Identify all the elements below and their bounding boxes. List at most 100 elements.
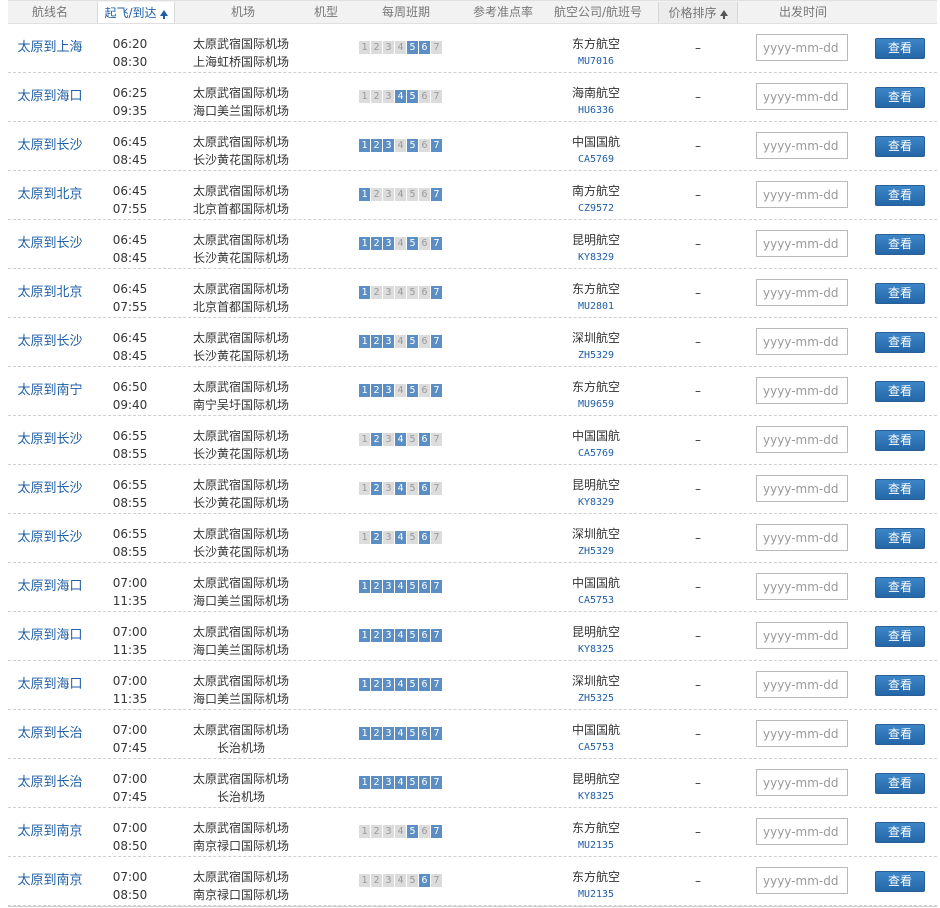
- flight-number-link[interactable]: MU2135: [556, 886, 636, 904]
- route-link[interactable]: 太原到海口: [8, 73, 92, 121]
- view-button[interactable]: 查看: [875, 626, 925, 647]
- depart-date-input[interactable]: [756, 34, 848, 61]
- view-button[interactable]: 查看: [875, 38, 925, 59]
- view-button[interactable]: 查看: [875, 479, 925, 500]
- route-link[interactable]: 太原到长沙: [8, 318, 92, 366]
- weekday-6: 6: [419, 629, 430, 642]
- depart-time: 07:00: [112, 625, 148, 639]
- view-button[interactable]: 查看: [875, 332, 925, 353]
- route-link[interactable]: 太原到长治: [8, 759, 92, 807]
- view-button[interactable]: 查看: [875, 675, 925, 696]
- airline-name: 海南航空: [571, 86, 620, 100]
- depart-date-input[interactable]: [756, 524, 848, 551]
- flight-number-link[interactable]: KY8329: [556, 494, 636, 512]
- arrive-time: 08:45: [112, 251, 148, 265]
- depart-date-input[interactable]: [756, 328, 848, 355]
- sort-depart-arrive-button[interactable]: 起飞/到达: [97, 2, 175, 23]
- flight-number-link[interactable]: CA5769: [556, 445, 636, 463]
- flight-number-link[interactable]: CA5753: [556, 739, 636, 757]
- flight-number-link[interactable]: KY8325: [556, 641, 636, 659]
- route-link[interactable]: 太原到上海: [8, 24, 92, 72]
- route-link[interactable]: 太原到长沙: [8, 514, 92, 562]
- route-link[interactable]: 太原到长沙: [8, 122, 92, 170]
- weekday-1: 1: [359, 237, 370, 250]
- depart-date-input[interactable]: [756, 83, 848, 110]
- weekday-7: 7: [431, 90, 442, 103]
- view-button[interactable]: 查看: [875, 724, 925, 745]
- view-button[interactable]: 查看: [875, 871, 925, 892]
- depart-date-input[interactable]: [756, 377, 848, 404]
- price: –: [695, 41, 701, 55]
- depart-date-input[interactable]: [756, 426, 848, 453]
- flight-number-link[interactable]: MU9659: [556, 396, 636, 414]
- depart-airport: 太原武宿国际机场: [192, 723, 289, 737]
- depart-date-input[interactable]: [756, 867, 848, 894]
- depart-date-input[interactable]: [756, 720, 848, 747]
- route-link[interactable]: 太原到海口: [8, 563, 92, 611]
- weekday-3: 3: [383, 41, 394, 54]
- weekday-6: 6: [419, 139, 430, 152]
- sort-price-button[interactable]: 价格排序: [658, 2, 738, 23]
- view-button[interactable]: 查看: [875, 822, 925, 843]
- arrive-airport: 长治机场: [216, 741, 265, 755]
- airline-info: 东方航空 MU2801: [556, 280, 636, 316]
- flight-number-link[interactable]: ZH5329: [556, 347, 636, 365]
- weekly-schedule: 1234567: [359, 384, 443, 397]
- weekday-2: 2: [371, 41, 382, 54]
- airline-info: 中国国航 CA5753: [556, 721, 636, 757]
- table-row: 太原到长沙 06:45 08:45 太原武宿国际机场 长沙黄花国际机场 1 2 3 4 5 6 7 昆明…: [8, 220, 937, 269]
- flight-number-link[interactable]: ZH5329: [556, 543, 636, 561]
- route-link[interactable]: 太原到北京: [8, 269, 92, 317]
- flight-number-link[interactable]: HU6336: [556, 102, 636, 120]
- flight-number-link[interactable]: MU2801: [556, 298, 636, 316]
- depart-date-input[interactable]: [756, 573, 848, 600]
- route-link[interactable]: 太原到海口: [8, 612, 92, 660]
- arrive-time: 07:45: [112, 790, 148, 804]
- depart-date-input[interactable]: [756, 769, 848, 796]
- route-link[interactable]: 太原到南宁: [8, 367, 92, 415]
- route-link[interactable]: 太原到长治: [8, 710, 92, 758]
- depart-date-input[interactable]: [756, 622, 848, 649]
- depart-date-input[interactable]: [756, 230, 848, 257]
- arrive-airport: 长沙黄花国际机场: [192, 349, 289, 363]
- view-button[interactable]: 查看: [875, 381, 925, 402]
- route-link[interactable]: 太原到长沙: [8, 220, 92, 268]
- flight-number-link[interactable]: MU7016: [556, 53, 636, 71]
- view-button[interactable]: 查看: [875, 185, 925, 206]
- depart-date-input[interactable]: [756, 279, 848, 306]
- route-link[interactable]: 太原到南京: [8, 808, 92, 856]
- view-button[interactable]: 查看: [875, 528, 925, 549]
- view-button[interactable]: 查看: [875, 283, 925, 304]
- route-link[interactable]: 太原到长沙: [8, 416, 92, 464]
- view-button[interactable]: 查看: [875, 234, 925, 255]
- flight-number-link[interactable]: KY8325: [556, 788, 636, 806]
- view-button[interactable]: 查看: [875, 136, 925, 157]
- depart-date-input[interactable]: [756, 181, 848, 208]
- view-button[interactable]: 查看: [875, 577, 925, 598]
- weekday-5: 5: [407, 41, 418, 54]
- view-button[interactable]: 查看: [875, 87, 925, 108]
- flight-number-link[interactable]: KY8329: [556, 249, 636, 267]
- arrive-airport: 长沙黄花国际机场: [192, 153, 289, 167]
- flight-number-link[interactable]: ZH5325: [556, 690, 636, 708]
- flight-number-link[interactable]: CA5753: [556, 592, 636, 610]
- weekday-1: 1: [359, 139, 370, 152]
- depart-time: 07:00: [112, 576, 148, 590]
- flight-number-link[interactable]: MU2135: [556, 837, 636, 855]
- weekday-6: 6: [419, 727, 430, 740]
- route-link[interactable]: 太原到长沙: [8, 465, 92, 513]
- depart-date-input[interactable]: [756, 671, 848, 698]
- flight-number-link[interactable]: CA5769: [556, 151, 636, 169]
- route-link[interactable]: 太原到北京: [8, 171, 92, 219]
- depart-date-input[interactable]: [756, 818, 848, 845]
- view-button[interactable]: 查看: [875, 773, 925, 794]
- depart-date-input[interactable]: [756, 132, 848, 159]
- flight-times: 06:45 07:55: [100, 182, 160, 218]
- flight-times: 06:45 07:55: [100, 280, 160, 316]
- route-link[interactable]: 太原到南京: [8, 857, 92, 905]
- view-button[interactable]: 查看: [875, 430, 925, 451]
- flight-number-link[interactable]: CZ9572: [556, 200, 636, 218]
- route-link[interactable]: 太原到海口: [8, 661, 92, 709]
- depart-date-input[interactable]: [756, 475, 848, 502]
- header-aircraft: 机型: [313, 5, 338, 19]
